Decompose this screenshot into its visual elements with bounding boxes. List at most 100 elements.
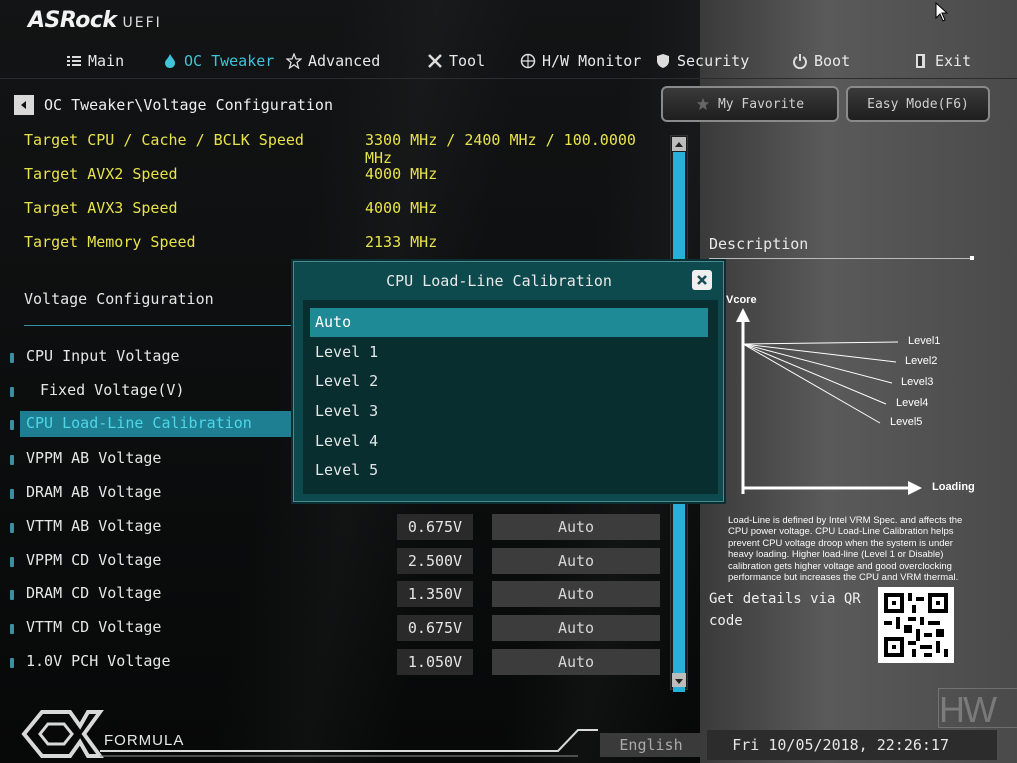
bullet-icon [10,590,14,600]
my-favorite-button[interactable]: My Favorite [661,86,839,122]
dialog-title: CPU Load-Line Calibration [386,272,612,290]
bullet-icon [10,489,14,499]
shield-icon [657,54,669,68]
option-level-1[interactable]: Level 1 [310,338,708,367]
flame-icon [165,54,175,68]
tab-oc-tweaker-label: OC Tweaker [184,52,275,70]
nav-divider [0,78,1017,79]
setting-row-vttm-ab[interactable]: VTTM AB Voltage 0.675V Auto [0,514,665,540]
voltage-value-field[interactable]: 0.675V [397,514,473,540]
tab-exit[interactable]: Exit [913,44,971,78]
bullet-icon [10,353,14,363]
list-icon [67,56,81,66]
option-level-2[interactable]: Level 2 [310,367,708,396]
voltage-value-field[interactable]: 1.050V [397,649,473,675]
datetime-display: Fri 10/05/2018, 22:26:17 [707,730,997,760]
setting-label: DRAM AB Voltage [26,483,162,501]
bullet-icon [10,523,14,533]
my-favorite-label: My Favorite [717,96,805,112]
section-divider [24,325,294,326]
voltage-mode-dropdown[interactable]: Auto [492,615,660,641]
back-button[interactable] [14,95,34,115]
info-value: 4000 MHz [365,199,438,217]
chart-level-label: Level3 [901,376,933,388]
language-button[interactable]: English [600,733,702,757]
chart-y-label: Vcore [726,294,757,306]
easy-mode-button[interactable]: Easy Mode(F6) [846,86,990,122]
scroll-down-arrow-icon[interactable] [672,673,686,687]
scroll-up-arrow-icon[interactable] [672,137,686,151]
description-title: Description [709,235,809,253]
tab-oc-tweaker[interactable]: OC Tweaker [162,44,274,78]
tab-advanced[interactable]: Advanced [286,44,380,78]
setting-label: CPU Input Voltage [26,347,180,365]
formula-text: FORMULA [104,732,184,749]
voltage-mode-dropdown[interactable]: Auto [492,514,660,540]
qr-caption: Get details via QR code [709,591,861,629]
tab-boot[interactable]: Boot [792,44,850,78]
close-button[interactable] [692,270,712,290]
mouse-cursor-icon [935,2,949,22]
info-label: Target AVX2 Speed [24,165,178,183]
voltage-mode-dropdown[interactable]: Auto [492,649,660,675]
setting-row-vttm-cd[interactable]: VTTM CD Voltage 0.675V Auto [0,615,665,641]
voltage-value-field[interactable]: 2.500V [397,548,473,574]
voltage-value-field[interactable]: 1.350V [397,581,473,607]
option-level-3[interactable]: Level 3 [310,397,708,426]
breadcrumb: OC Tweaker\Voltage Configuration [14,94,333,116]
tab-security-label: Security [677,52,750,70]
info-label: Target AVX3 Speed [24,199,178,217]
bullet-icon [10,624,14,634]
tab-hw-monitor[interactable]: H/W Monitor [520,44,641,78]
tools-icon [428,54,442,68]
close-icon [697,275,707,285]
option-list: Auto Level 1 Level 2 Level 3 Level 4 Lev… [303,300,718,494]
setting-label: Fixed Voltage(V) [40,381,185,399]
tab-main-label: Main [88,52,125,70]
star-icon [696,97,710,111]
setting-row-vppm-cd[interactable]: VPPM CD Voltage 2.500V Auto [0,548,665,574]
setting-row-pch-voltage[interactable]: 1.0V PCH Voltage 1.050V Auto [0,649,665,675]
back-arrow-icon [21,101,26,109]
setting-label: 1.0V PCH Voltage [26,652,171,670]
chart-level-label: Level2 [905,355,937,367]
monitor-icon [520,53,536,69]
qr-code-image [878,587,954,663]
info-row-avx3: Target AVX3 Speed 4000 MHz [0,196,665,222]
tab-hw-monitor-label: H/W Monitor [542,52,642,70]
tab-advanced-label: Advanced [308,52,381,70]
tab-security[interactable]: Security [655,44,749,78]
description-text: Load-Line is defined by Intel VRM Spec. … [728,515,963,584]
setting-label: VTTM AB Voltage [26,517,162,535]
option-level-5[interactable]: Level 5 [310,456,708,485]
bullet-icon [10,455,14,465]
tab-main[interactable]: Main [66,44,124,78]
info-row-memory: Target Memory Speed 2133 MHz [0,230,665,256]
voltage-mode-dropdown[interactable]: Auto [492,581,660,607]
chart-level-label: Level1 [908,335,940,347]
tab-tool[interactable]: Tool [427,44,485,78]
setting-label: VPPM AB Voltage [26,449,162,467]
easy-mode-label: Easy Mode(F6) [867,96,969,112]
option-level-4[interactable]: Level 4 [310,427,708,456]
chart-level-label: Level4 [896,397,928,409]
load-line-diagram: Vcore Loading Level1 Level2 Level3 Level… [726,294,975,495]
setting-label: VPPM CD Voltage [26,551,162,569]
info-value: 2133 MHz [365,233,438,251]
description-divider [709,258,974,259]
bullet-icon [10,557,14,567]
setting-row-dram-cd[interactable]: DRAM CD Voltage 1.350V Auto [0,581,665,607]
tab-exit-label: Exit [935,52,972,70]
info-label: Target Memory Speed [24,233,196,251]
star-icon [286,53,302,69]
info-label: Target CPU / Cache / BCLK Speed [24,131,304,149]
bullet-icon [10,420,14,430]
setting-label: CPU Load-Line Calibration [26,414,252,432]
llc-dialog: CPU Load-Line Calibration Auto Level 1 L… [293,261,724,502]
voltage-value-field[interactable]: 0.675V [397,615,473,641]
power-icon [793,54,807,69]
voltage-mode-dropdown[interactable]: Auto [492,548,660,574]
option-auto[interactable]: Auto [310,308,708,337]
tab-tool-label: Tool [449,52,486,70]
breadcrumb-path: OC Tweaker\Voltage Configuration [44,96,333,114]
